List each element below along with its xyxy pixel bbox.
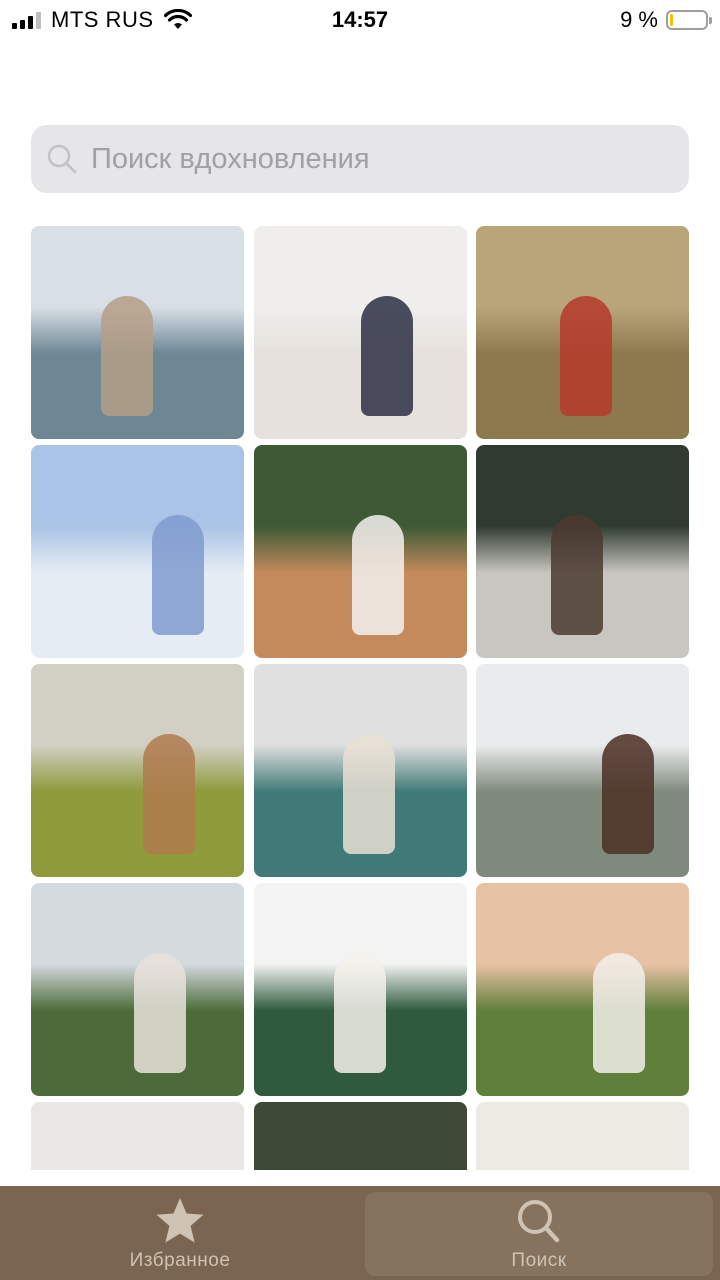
star-icon [156,1198,204,1243]
tab-search-label: Поиск [511,1250,567,1271]
search-icon [518,1200,560,1243]
photo-field-of-daisies[interactable] [31,445,244,658]
photo-tangerines-cotton[interactable] [253,1102,467,1170]
photo-subject [351,515,404,635]
photo-couple-picnic-dog[interactable] [476,883,689,1096]
photo-cafe-peonies[interactable] [253,664,467,877]
status-right: 9 % [620,7,712,33]
battery-level [670,14,673,26]
photo-subject [360,296,413,416]
photo-subject [333,953,386,1073]
tab-favorites-label: Избранное [129,1250,231,1271]
photo-green-meadow[interactable] [31,883,244,1096]
photo-winter-moscow[interactable] [253,883,467,1096]
search-input[interactable] [89,141,653,177]
status-time: 14:57 [331,7,389,32]
status-bar: MTS RUS 14:57 9 % [0,0,720,40]
photo-grid [31,226,689,1170]
photo-christmas-mug[interactable] [253,445,467,658]
photo-subject [143,734,195,854]
tab-favorites[interactable]: Избранное [60,1190,300,1278]
photo-bath-bubbles[interactable] [31,1102,244,1170]
photo-grid-viewport[interactable] [31,226,689,1170]
photo-subject [134,953,186,1073]
photo-cabin-window[interactable] [476,445,689,658]
photo-subject [560,296,612,416]
photo-picnic-red-dress[interactable] [476,226,689,439]
photo-subject [593,953,645,1073]
photo-subject [551,515,603,635]
photo-subject [602,734,654,854]
battery-icon [666,10,712,30]
search-bar[interactable] [31,125,689,193]
photo-subject [101,296,153,416]
photo-interior-arch[interactable] [476,1102,689,1170]
photo-wheat-field-hair[interactable] [31,664,244,877]
photo-misty-mountains[interactable] [476,664,689,877]
tab-search[interactable]: Поиск [365,1192,713,1276]
photo-beach-woman[interactable] [31,226,244,439]
battery-percent: 9 % [620,7,658,32]
photo-subject [152,515,204,635]
search-icon [47,144,77,174]
photo-subject [342,734,395,854]
photo-girl-on-floor-with-cake[interactable] [253,226,467,439]
tab-bar: Избранное Поиск [0,1186,720,1280]
